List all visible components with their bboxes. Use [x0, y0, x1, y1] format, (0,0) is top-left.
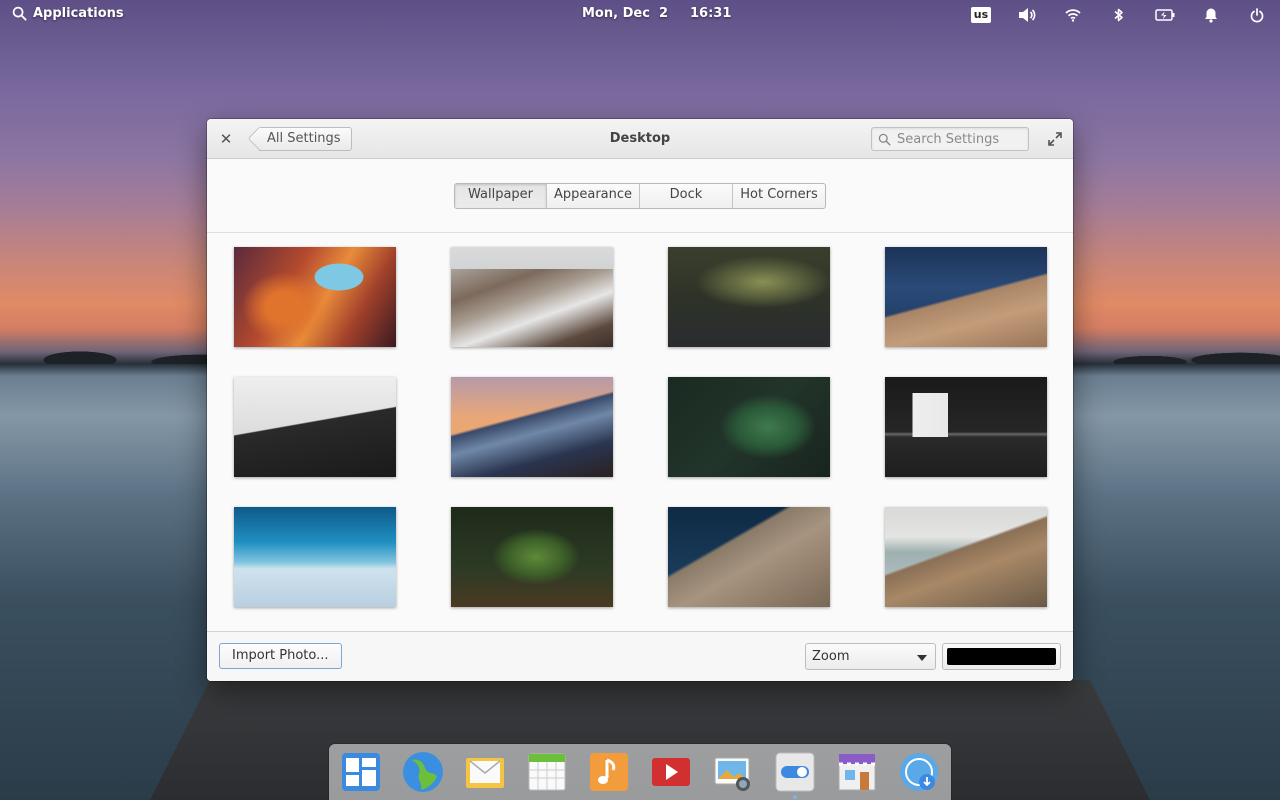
- dock-item-videos[interactable]: [649, 750, 693, 794]
- music-icon: [590, 753, 628, 791]
- mail-icon: [466, 758, 504, 788]
- web-browser-icon: [403, 752, 443, 792]
- sound-indicator[interactable]: [1004, 0, 1050, 30]
- bluetooth-icon: [1114, 8, 1123, 22]
- wallpaper-thumbnail[interactable]: [451, 377, 613, 477]
- import-photo-button[interactable]: Import Photo...: [219, 643, 342, 669]
- running-indicator: [793, 795, 797, 799]
- wallpaper-thumbnail[interactable]: [451, 507, 613, 607]
- background-color-button[interactable]: [942, 643, 1061, 670]
- wallpaper-thumbnail[interactable]: [885, 377, 1047, 477]
- tab-wallpaper[interactable]: Wallpaper: [455, 184, 547, 208]
- dock-item-installer[interactable]: [897, 750, 941, 794]
- keyboard-indicator[interactable]: us: [958, 0, 1004, 30]
- datetime-indicator[interactable]: Mon, Dec 2 16:31: [582, 6, 731, 21]
- search-input[interactable]: [897, 131, 1022, 147]
- dock-item-appcenter[interactable]: [835, 750, 879, 794]
- power-indicator[interactable]: [1142, 0, 1188, 30]
- applications-menu[interactable]: Applications: [12, 6, 124, 21]
- tabs-area: Wallpaper Appearance Dock Hot Corners: [207, 159, 1073, 233]
- power-icon: [1250, 7, 1264, 22]
- battery-icon: [1155, 9, 1175, 21]
- tab-hot-corners[interactable]: Hot Corners: [733, 184, 825, 208]
- maximize-icon: [1048, 132, 1062, 146]
- dock-item-mail[interactable]: [463, 750, 507, 794]
- multitasking-view-icon: [342, 753, 380, 791]
- wallpaper-thumbnail[interactable]: [668, 247, 830, 347]
- titlebar: ✕ All Settings Desktop: [207, 119, 1073, 159]
- notifications-indicator[interactable]: [1188, 0, 1234, 30]
- volume-icon: [1019, 8, 1036, 22]
- videos-icon: [652, 758, 690, 786]
- network-indicator[interactable]: [1050, 0, 1096, 30]
- wallpaper-thumbnail[interactable]: [885, 507, 1047, 607]
- maximize-button[interactable]: [1047, 131, 1063, 147]
- footer-bar: Import Photo... Zoom: [207, 631, 1073, 681]
- wallpaper-thumbnail[interactable]: [451, 247, 613, 347]
- scaling-value: Zoom: [812, 649, 850, 664]
- wallpaper-thumbnail[interactable]: [668, 507, 830, 607]
- dock-item-multitasking-view[interactable]: [339, 750, 383, 794]
- session-indicator[interactable]: [1234, 0, 1280, 30]
- wallpaper-thumbnail[interactable]: [234, 377, 396, 477]
- calendar-icon: [528, 753, 566, 791]
- tab-appearance[interactable]: Appearance: [547, 184, 640, 208]
- search-icon: [878, 133, 891, 146]
- chevron-down-icon: [917, 655, 927, 661]
- bluetooth-indicator[interactable]: [1096, 0, 1142, 30]
- dock-item-photos[interactable]: [711, 750, 755, 794]
- appcenter-icon: [838, 754, 876, 791]
- dock-item-web-browser[interactable]: [401, 750, 445, 794]
- settings-window: ✕ All Settings Desktop Wallpaper Appeara…: [207, 119, 1073, 681]
- tab-dock[interactable]: Dock: [640, 184, 733, 208]
- wifi-icon: [1065, 9, 1081, 22]
- wallpaper-thumbnail[interactable]: [234, 507, 396, 607]
- time-label: 16:31: [690, 6, 732, 21]
- search-field[interactable]: [871, 127, 1029, 151]
- date-label: Mon, Dec 2: [582, 6, 668, 21]
- wallpaper-thumbnail[interactable]: [885, 247, 1047, 347]
- mode-switcher: Wallpaper Appearance Dock Hot Corners: [454, 183, 826, 209]
- notifications-icon: [1205, 8, 1217, 23]
- wallpaper-thumbnail[interactable]: [668, 377, 830, 477]
- dock: [329, 744, 951, 800]
- photos-icon: [714, 757, 750, 791]
- indicators: us: [958, 0, 1280, 30]
- dock-item-music[interactable]: [587, 750, 631, 794]
- color-swatch: [947, 648, 1056, 665]
- applications-label: Applications: [33, 6, 124, 21]
- keyboard-layout-badge: us: [970, 7, 992, 23]
- system-settings-icon: [775, 752, 815, 792]
- search-icon: [12, 6, 27, 21]
- dock-item-system-settings[interactable]: [773, 750, 817, 794]
- top-panel: Applications Mon, Dec 2 16:31 us: [0, 0, 1280, 30]
- installer-icon: [900, 753, 938, 791]
- wallpaper-thumbnail[interactable]: [234, 247, 396, 347]
- scaling-dropdown[interactable]: Zoom: [805, 643, 936, 670]
- dock-item-calendar[interactable]: [525, 750, 569, 794]
